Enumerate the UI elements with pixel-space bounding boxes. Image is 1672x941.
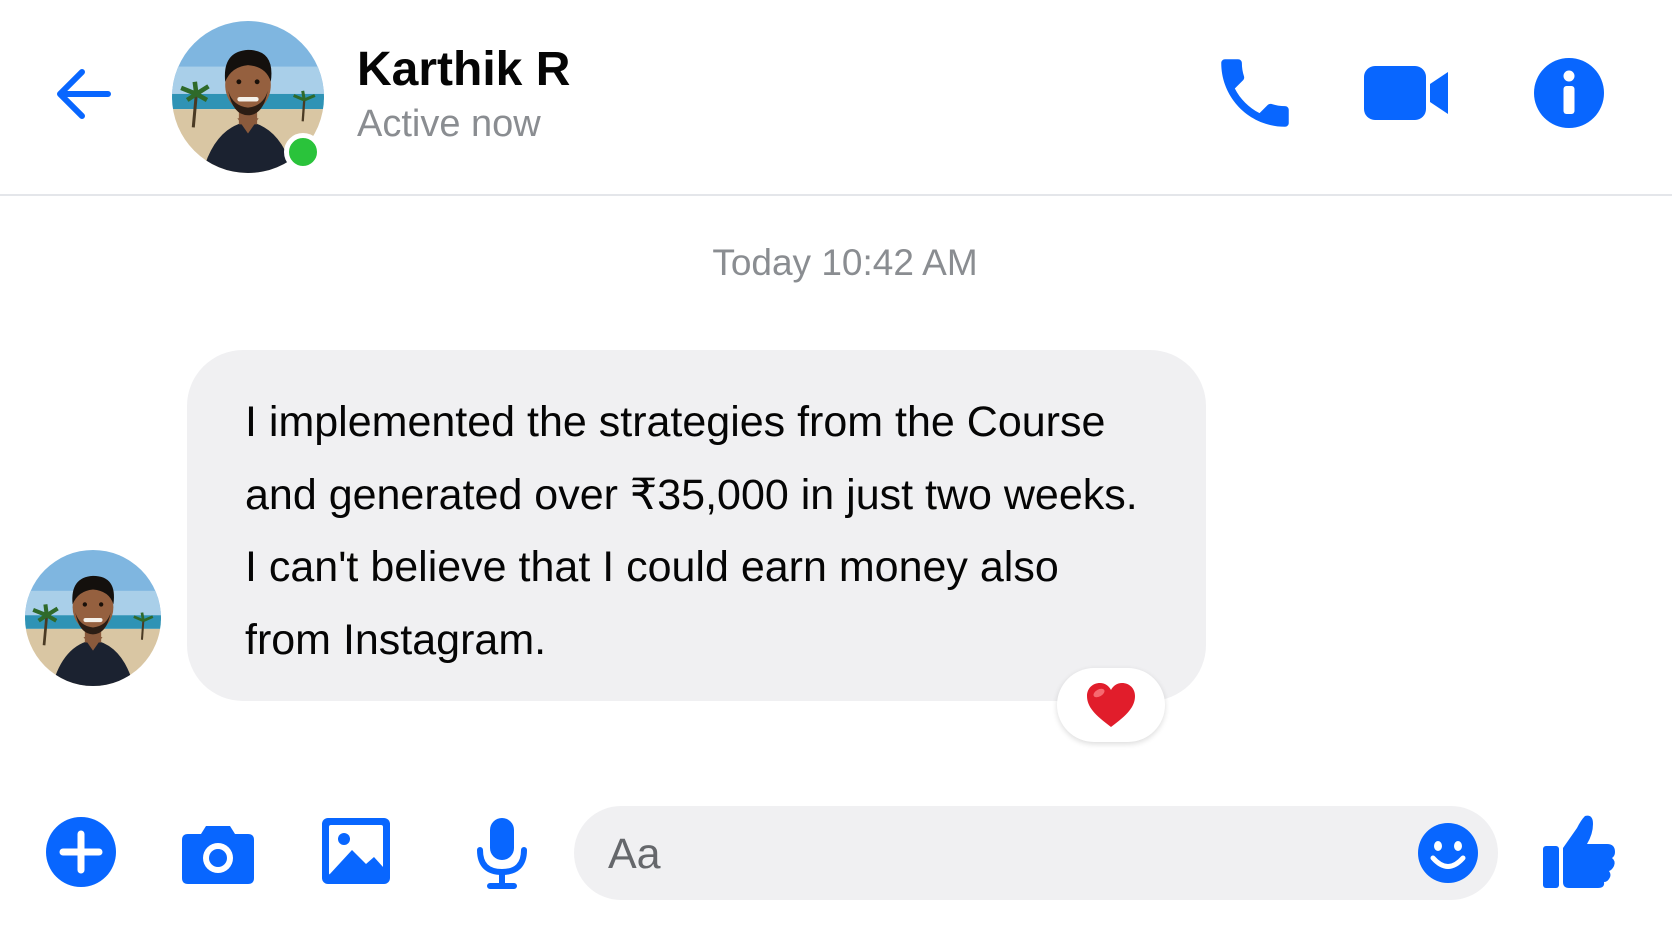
message-text-line: from Instagram. (245, 615, 547, 664)
gallery-icon (322, 818, 390, 884)
emoji-icon (1418, 823, 1478, 883)
gallery-button[interactable] (316, 812, 396, 892)
video-camera-icon (1364, 66, 1448, 120)
camera-icon (182, 826, 254, 884)
phone-icon (1221, 59, 1289, 127)
send-like-button[interactable] (1535, 808, 1621, 894)
message-input[interactable] (606, 806, 1370, 902)
sender-photo (25, 550, 161, 686)
voice-clip-button[interactable] (462, 812, 542, 892)
message-timestamp: Today 10:42 AM (712, 242, 978, 283)
chat-header: Karthik R Active now (0, 0, 1672, 196)
message-text-line: and generated over ₹35,000 in just two w… (245, 470, 1138, 519)
back-button[interactable] (48, 58, 120, 130)
back-arrow-icon (57, 69, 111, 119)
contact-name[interactable]: Karthik R (357, 42, 570, 97)
online-status-dot (284, 133, 322, 171)
message-text-line: I implemented the strategies from the Co… (245, 398, 1106, 446)
video-call-button[interactable] (1362, 48, 1452, 138)
voice-call-button[interactable] (1210, 48, 1300, 138)
microphone-icon (477, 818, 527, 889)
conversation-info-button[interactable] (1524, 48, 1614, 138)
message-input-field[interactable] (574, 806, 1498, 902)
more-actions-button[interactable] (41, 812, 121, 892)
incoming-message-bubble[interactable]: I implemented the strategies from the Co… (187, 350, 1206, 701)
info-icon (1534, 58, 1604, 128)
contact-avatar[interactable] (172, 21, 324, 173)
heart-reaction[interactable] (1057, 668, 1165, 742)
sender-avatar[interactable] (25, 550, 161, 686)
thumbs-up-icon (1543, 815, 1615, 888)
emoji-button[interactable] (1416, 821, 1480, 885)
contact-status: Active now (357, 103, 541, 145)
camera-button[interactable] (178, 812, 258, 892)
heart-reaction-icon (1087, 683, 1135, 727)
plus-icon (46, 817, 116, 887)
messenger-chat-screen: Karthik R Active now Today 10:42 AM I im… (0, 0, 1672, 941)
message-text-line: I can't believe that I could earn money … (245, 543, 1059, 591)
